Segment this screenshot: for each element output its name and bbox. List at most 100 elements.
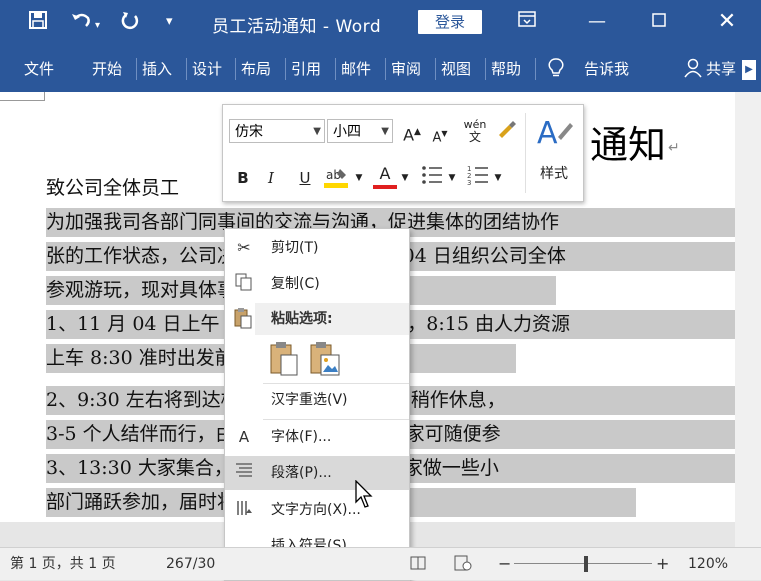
svg-text:3: 3 <box>467 179 471 187</box>
greeting-line: 致公司全体员工 <box>46 177 180 199</box>
menu-item-copy[interactable]: 复制(C) <box>225 267 409 301</box>
format-painter-icon[interactable] <box>493 119 519 147</box>
shrink-font-button[interactable]: A▼ <box>429 123 451 149</box>
tell-me-box[interactable]: 告诉我 <box>584 58 629 80</box>
tab-separator <box>535 58 536 80</box>
tab-insert[interactable]: 插入 <box>142 58 172 80</box>
paste-keep-source-icon[interactable] <box>269 341 299 377</box>
ribbon-scroll-right-icon[interactable]: ▶ <box>742 60 756 80</box>
menu-item-reconversion[interactable]: 汉字重选(V) <box>225 383 409 417</box>
maximize-icon[interactable] <box>644 9 674 35</box>
web-layout-icon[interactable] <box>454 555 472 576</box>
ribbon-display-options-icon[interactable] <box>512 9 542 35</box>
document-heading: 通知 <box>590 123 667 167</box>
font-color-icon[interactable]: A <box>373 163 397 189</box>
toolbar-divider <box>525 113 526 193</box>
paragraph-mark: ↵ <box>668 140 680 156</box>
font-color-label: A <box>379 164 391 183</box>
text-direction-icon <box>233 499 255 521</box>
menu-item-label: 复制(C) <box>271 276 320 292</box>
minimize-icon[interactable]: — <box>582 9 612 35</box>
chevron-down-icon[interactable]: ▼ <box>447 167 457 189</box>
scissors-icon: ✂ <box>237 238 251 257</box>
font-size-combo[interactable]: 小四 ▼ <box>327 119 393 143</box>
tab-separator <box>335 58 336 80</box>
menu-item-label: 字体(F)... <box>271 429 332 445</box>
svg-text:A: A <box>537 116 558 149</box>
mouse-cursor-icon <box>354 479 374 510</box>
menu-item-label: 汉字重选(V) <box>271 392 348 408</box>
chevron-down-icon: ▼ <box>381 126 389 137</box>
copy-icon <box>233 273 255 295</box>
tab-help[interactable]: 帮助 <box>491 58 521 80</box>
status-bar: 第 1 页，共 1 页 267/30 − + 120% <box>0 547 761 580</box>
tab-separator <box>385 58 386 80</box>
bullets-icon[interactable] <box>419 163 445 193</box>
italic-button[interactable]: I <box>261 167 281 189</box>
save-icon[interactable] <box>28 10 48 35</box>
chevron-down-icon[interactable]: ▼ <box>354 167 364 189</box>
vertical-scrollbar[interactable] <box>735 92 761 547</box>
menu-item-label: 段落(P)... <box>271 465 332 481</box>
bold-button[interactable]: B <box>233 167 253 189</box>
phonetic-guide-button[interactable]: wén 文 <box>461 119 489 144</box>
tab-file[interactable]: 文件 <box>24 58 54 80</box>
lightbulb-icon[interactable] <box>548 58 564 84</box>
tab-review[interactable]: 审阅 <box>391 58 421 80</box>
zoom-level[interactable]: 120% <box>688 555 728 573</box>
tab-layout[interactable]: 布局 <box>241 58 271 80</box>
word-count[interactable]: 267/30 <box>166 555 215 573</box>
paste-options-header: 粘贴选项: <box>255 303 409 335</box>
redo-icon[interactable] <box>120 10 140 35</box>
font-name-combo[interactable]: 仿宋 ▼ <box>229 119 325 143</box>
tab-separator <box>485 58 486 80</box>
login-button[interactable]: 登录 <box>418 10 482 34</box>
tab-separator <box>186 58 187 80</box>
read-mode-icon[interactable] <box>410 555 426 576</box>
menu-item-label: 文字方向(X)... <box>271 502 361 518</box>
chevron-down-icon[interactable]: ▼ <box>493 167 503 189</box>
title-bar: ▾ ▾ 员工活动通知 - Word 登录 — ✕ <box>0 0 761 46</box>
menu-item-font[interactable]: A 字体(F)... <box>225 420 409 454</box>
styles-label[interactable]: 样式 <box>529 163 579 185</box>
font-name-value: 仿宋 <box>235 124 263 140</box>
chevron-down-icon: ▼ <box>313 126 321 137</box>
person-icon[interactable] <box>684 58 702 84</box>
tab-separator <box>136 58 137 80</box>
close-icon[interactable]: ✕ <box>712 9 742 35</box>
grow-font-label: A <box>403 125 415 145</box>
menu-item-paragraph[interactable]: 段落(P)... <box>225 456 409 490</box>
tab-separator <box>435 58 436 80</box>
tab-separator <box>235 58 236 80</box>
page-corner-mark <box>0 92 45 101</box>
grow-font-button[interactable]: A▲ <box>401 121 423 146</box>
zoom-out-icon[interactable]: − <box>498 555 511 573</box>
numbering-icon[interactable]: 123 <box>465 163 491 193</box>
menu-item-cut[interactable]: ✂ 剪切(T) <box>225 231 409 265</box>
mini-toolbar: 仿宋 ▼ 小四 ▼ A▲ A▼ wén 文 A 样式 B I U ab ▼ A ▼… <box>222 104 584 202</box>
tab-view[interactable]: 视图 <box>441 58 471 80</box>
tab-design[interactable]: 设计 <box>192 58 222 80</box>
paste-picture-icon[interactable] <box>309 341 341 377</box>
chevron-down-icon[interactable]: ▼ <box>400 167 410 189</box>
page-count[interactable]: 第 1 页，共 1 页 <box>10 555 116 573</box>
undo-icon[interactable] <box>70 10 92 35</box>
menu-item-label: 剪切(T) <box>271 240 319 256</box>
menu-item-text-direction[interactable]: 文字方向(X)... <box>225 493 409 527</box>
tab-references[interactable]: 引用 <box>291 58 321 80</box>
tab-home[interactable]: 开始 <box>92 58 122 80</box>
tab-mailings[interactable]: 邮件 <box>341 58 371 80</box>
underline-button[interactable]: U <box>295 167 315 189</box>
context-menu: ✂ 剪切(T) 复制(C) 粘贴选项: 汉字重选(V) A 字体(F)... 段… <box>224 228 410 581</box>
customize-qat-icon[interactable]: ▾ <box>166 10 173 34</box>
zoom-slider-thumb[interactable] <box>584 556 588 572</box>
window-title: 员工活动通知 - Word <box>212 17 382 37</box>
zoom-slider-track[interactable] <box>514 563 652 564</box>
paste-icon <box>233 307 255 329</box>
highlight-color-icon[interactable]: ab <box>323 165 353 195</box>
share-button[interactable]: 共享 <box>706 58 742 80</box>
tab-separator <box>285 58 286 80</box>
undo-dropdown-icon[interactable]: ▾ <box>95 14 100 38</box>
zoom-in-icon[interactable]: + <box>656 555 669 573</box>
styles-icon[interactable]: A <box>531 113 577 153</box>
